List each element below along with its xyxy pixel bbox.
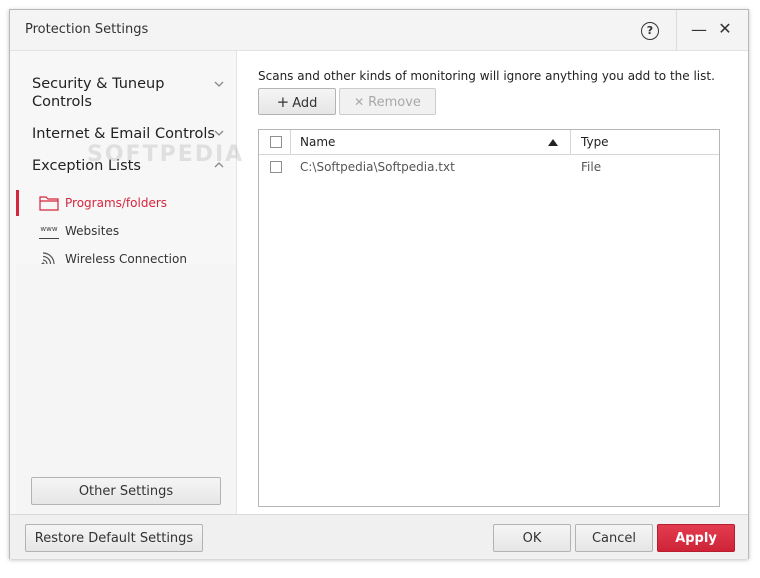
table-header: Name Type (259, 130, 719, 155)
active-indicator (16, 190, 19, 216)
main-panel: Scans and other kinds of monitoring will… (237, 51, 748, 514)
title-divider (676, 10, 677, 50)
protection-settings-window: Protection Settings ? — ✕ Security & Tun… (9, 9, 749, 559)
row-type: File (581, 160, 602, 174)
window-title: Protection Settings (25, 22, 149, 37)
nav-group-security-tuneup[interactable]: Security & Tuneup Controls (32, 75, 202, 111)
help-icon[interactable]: ? (641, 22, 659, 40)
apply-button[interactable]: Apply (657, 524, 735, 552)
chevron-up-icon[interactable] (213, 159, 225, 171)
remove-x-icon: ✕ (354, 95, 365, 109)
sort-ascending-icon (548, 139, 558, 146)
title-bar: Protection Settings ? — ✕ (10, 10, 748, 51)
column-divider (290, 130, 291, 154)
column-header-type[interactable]: Type (581, 135, 609, 149)
chevron-down-icon[interactable] (213, 78, 225, 90)
sidebar-item-programs-folders[interactable]: Programs/folders (10, 189, 236, 217)
sidebar: Security & Tuneup Controls Internet & Em… (10, 51, 237, 514)
nav-group-label: Internet & Email Controls (32, 126, 215, 142)
cancel-button[interactable]: Cancel (575, 524, 653, 552)
close-icon[interactable]: ✕ (717, 19, 733, 39)
add-button[interactable]: + Add (258, 88, 336, 115)
sidebar-item-websites[interactable]: www Websites (10, 217, 236, 245)
column-header-name[interactable]: Name (300, 135, 335, 149)
restore-default-settings-button[interactable]: Restore Default Settings (25, 524, 203, 552)
nav-group-internet-email[interactable]: Internet & Email Controls (32, 125, 215, 143)
remove-button[interactable]: ✕ Remove (339, 88, 436, 115)
description-text: Scans and other kinds of monitoring will… (258, 69, 715, 83)
folder-icon (39, 196, 59, 211)
footer-bar: Restore Default Settings OK Cancel Apply (10, 514, 748, 559)
nav-group-label: Security & Tuneup Controls (32, 76, 165, 110)
sidebar-item-label: Programs/folders (65, 196, 168, 210)
plus-icon: + (276, 93, 290, 111)
column-divider (570, 130, 571, 154)
row-checkbox[interactable] (270, 161, 282, 173)
chevron-down-icon[interactable] (213, 127, 225, 139)
row-name: C:\Softpedia\Softpedia.txt (300, 160, 455, 174)
remove-button-label: Remove (368, 95, 421, 110)
other-settings-button[interactable]: Other Settings (31, 477, 221, 505)
nav-group-exception-lists[interactable]: Exception Lists (32, 157, 141, 175)
ok-button[interactable]: OK (493, 524, 571, 552)
www-icon: www (39, 225, 59, 239)
add-button-label: Add (292, 96, 318, 111)
select-all-checkbox[interactable] (270, 136, 282, 148)
exception-table: Name Type C:\Softpedia\Softpedia.txt Fil… (258, 129, 720, 507)
sidebar-item-label: Websites (65, 224, 120, 238)
nav-group-label: Exception Lists (32, 158, 141, 174)
minimize-icon[interactable]: — (691, 20, 707, 40)
table-row[interactable]: C:\Softpedia\Softpedia.txt File (259, 155, 719, 179)
